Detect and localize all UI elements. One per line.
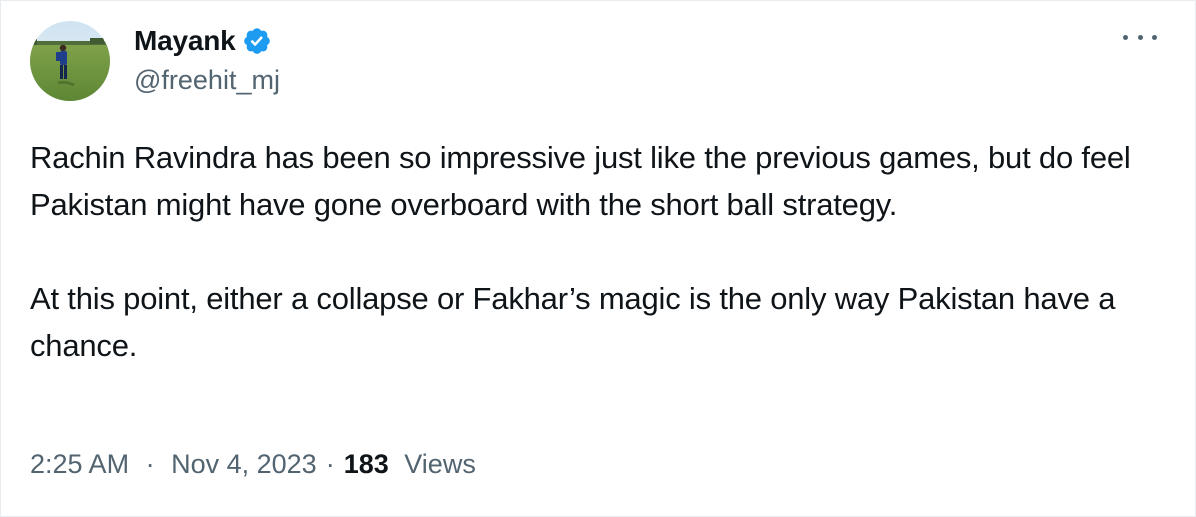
tweet-text: Rachin Ravindra has been so impressive j…	[30, 134, 1170, 369]
more-options-icon-dot	[1152, 34, 1157, 40]
tweet-card: Mayank @freehit_mj Rachin Ravindra has b…	[0, 0, 1196, 517]
display-name[interactable]: Mayank	[134, 25, 236, 57]
meta-separator: ·	[325, 449, 335, 479]
tweet-time: 2:25 AM	[30, 449, 130, 479]
more-options-icon	[1123, 34, 1128, 40]
tweet-date: Nov 4, 2023	[171, 449, 317, 479]
verified-badge-icon[interactable]	[242, 26, 272, 56]
tweet-time-link[interactable]: 2:25 AM · Nov 4, 2023	[30, 449, 317, 480]
meta-separator: ·	[145, 449, 155, 479]
author-handle[interactable]: @freehit_mj	[134, 65, 280, 96]
tweet-meta: 2:25 AM · Nov 4, 2023 · 183 Views	[30, 449, 476, 480]
views-label: Views	[404, 449, 476, 479]
more-options-icon-dot	[1137, 34, 1143, 40]
tweet-paragraph-1: Rachin Ravindra has been so impressive j…	[30, 140, 1131, 222]
views-link[interactable]: 183 Views	[344, 449, 476, 480]
author-name-row[interactable]: Mayank	[134, 22, 272, 60]
more-options-button[interactable]	[1123, 27, 1157, 47]
views-count: 183	[343, 449, 389, 479]
avatar[interactable]	[30, 21, 110, 101]
tweet-paragraph-2: At this point, either a collapse or Fakh…	[30, 281, 1116, 363]
avatar-image	[30, 21, 110, 101]
